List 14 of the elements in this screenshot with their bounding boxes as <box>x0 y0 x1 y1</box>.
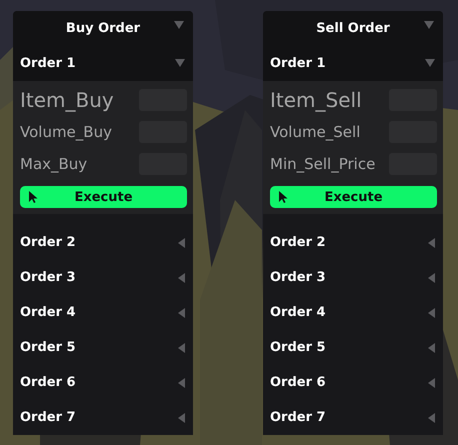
panel-title: Buy Order <box>66 20 140 36</box>
execute-button[interactable]: Execute <box>270 186 437 208</box>
field-label: Item_Buy <box>20 88 114 112</box>
field-label: Item_Sell <box>270 88 362 112</box>
field-label: Max_Buy <box>20 155 88 173</box>
field-label: Min_Sell_Price <box>270 155 376 173</box>
execute-button[interactable]: Execute <box>20 186 187 208</box>
field-label: Volume_Sell <box>270 123 360 141</box>
panel-title: Sell Order <box>316 20 390 36</box>
cursor-icon <box>279 191 288 203</box>
field-label: Volume_Buy <box>20 123 112 141</box>
caret-icon <box>424 21 434 29</box>
cursor-icon <box>29 191 38 203</box>
caret-icon <box>174 21 184 29</box>
